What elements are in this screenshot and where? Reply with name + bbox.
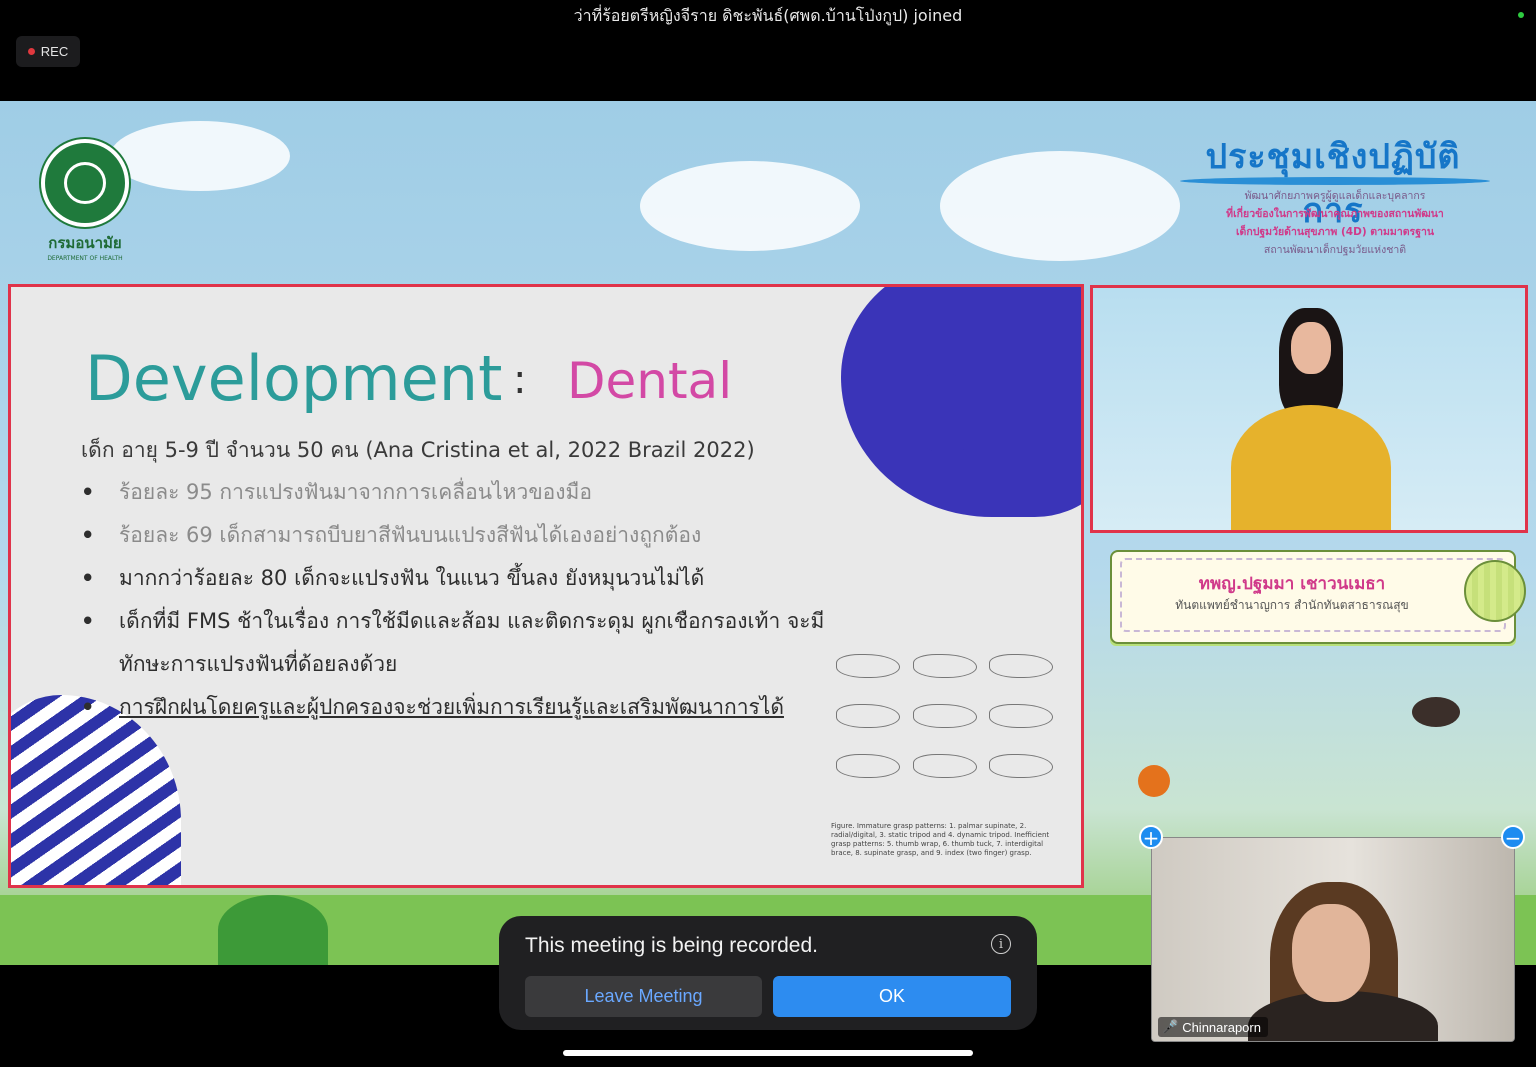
cloud-decoration — [940, 151, 1180, 261]
bullet-text: ร้อยละ 95 การแปรงฟันมาจากการเคลื่อนไหวขอ… — [119, 480, 592, 504]
slide-title-colon: : — [513, 357, 527, 403]
hand-grasp-image — [836, 704, 900, 728]
workshop-subtitle: พัฒนาศักยภาพครูผู้ดูแลเด็กและบุคลากร ที่… — [1178, 187, 1492, 259]
recording-message: This meeting is being recorded. — [525, 934, 818, 957]
name-card-badge — [1464, 560, 1526, 622]
connection-indicator — [1518, 12, 1524, 18]
record-dot-icon — [27, 48, 35, 55]
figure-caption: Figure. Immature grasp patterns: 1. palm… — [831, 822, 1050, 857]
hand-grasp-image — [913, 754, 977, 778]
speaker-figure — [1221, 300, 1401, 530]
logo-emblem-icon — [41, 139, 129, 227]
hand-grasp-image — [836, 754, 900, 778]
slide-subtitle: Dental — [567, 352, 733, 410]
bullet-icon: • — [81, 523, 95, 547]
cloud-decoration — [110, 121, 290, 191]
bullet-text: มากกว่าร้อยละ 80 เด็กจะแปรงฟัน ในแนว ขึ้… — [119, 566, 705, 590]
speaker-name-card: ทพญ.ปฐมมา เชาวนเมธา ทันตแพทย์ชำนาญการ สำ… — [1110, 550, 1516, 644]
ok-button[interactable]: OK — [773, 976, 1011, 1017]
presentation-slide: Development : Dental เด็ก อายุ 5-9 ปี จำ… — [8, 284, 1084, 888]
bird-decoration — [1412, 697, 1460, 727]
participant-joined-notice: ว่าที่ร้อยตรีหญิงจีราย ดิชะพันธ์(ศพด.บ้า… — [573, 6, 963, 25]
department-logo: กรมอนามัย DEPARTMENT OF HEALTH — [40, 139, 130, 262]
cloud-decoration — [640, 161, 860, 251]
logo-name-th: กรมอนามัย — [48, 234, 122, 252]
hand-grasp-image — [913, 704, 977, 728]
ball-decoration — [1138, 765, 1170, 797]
leave-meeting-button[interactable]: Leave Meeting — [525, 976, 762, 1017]
slide-bullet: • การฝึกฝนโดยครูและผู้ปกครองจะช่วยเพิ่มกา… — [81, 691, 784, 724]
workshop-subtitle-line: พัฒนาศักยภาพครูผู้ดูแลเด็กและบุคลากร — [1244, 190, 1426, 202]
bullet-text: ร้อยละ 69 เด็กสามารถบีบยาสีฟันบนแปรงสีฟั… — [119, 523, 702, 547]
grasp-patterns-figure — [831, 649, 1061, 809]
expand-tile-button[interactable]: + — [1139, 825, 1163, 849]
tree-decoration — [218, 895, 328, 965]
muted-mic-icon: 🎤 — [1162, 1019, 1179, 1034]
recording-consent-dialog: This meeting is being recorded. i Leave … — [499, 916, 1037, 1030]
participant-name-label: 🎤 Chinnaraporn — [1158, 1017, 1268, 1037]
slide-bullet: • มากกว่าร้อยละ 80 เด็กจะแปรงฟัน ในแนว ขึ… — [81, 562, 704, 595]
hand-grasp-image — [913, 654, 977, 678]
home-indicator[interactable] — [563, 1050, 973, 1056]
bullet-icon: • — [81, 480, 95, 504]
hand-grasp-image — [836, 654, 900, 678]
minimize-tile-button[interactable]: − — [1501, 825, 1525, 849]
bullet-icon: • — [81, 609, 95, 633]
slide-bullet: • ร้อยละ 69 เด็กสามารถบีบยาสีฟันบนแปรงสีฟ… — [81, 519, 701, 552]
slide-bullet: • เด็กที่มี FMS ช้าในเรื่อง การใช้มีดและส… — [81, 605, 824, 638]
slide-title: Development — [85, 342, 503, 415]
speaker-title: ทันตแพทย์ชำนาญการ สำนักทันตสาธารณสุข — [1175, 598, 1409, 612]
hand-grasp-image — [989, 654, 1053, 678]
speaker-name: ทพญ.ปฐมมา เชาวนเมธา — [1198, 574, 1386, 594]
rec-label: REC — [40, 44, 69, 59]
workshop-subtitle-line: สถานพัฒนาเด็กปฐมวัยแห่งชาติ — [1263, 244, 1407, 256]
bullet-text: การฝึกฝนโดยครูและผู้ปกครองจะช่วยเพิ่มการ… — [119, 695, 784, 719]
workshop-subtitle-line: เด็กปฐมวัยด้านสุขภาพ (4D) ตามมาตรฐาน — [1235, 226, 1435, 238]
participant-name: Chinnaraporn — [1182, 1019, 1261, 1035]
info-icon[interactable]: i — [991, 934, 1011, 954]
bullet-text: เด็กที่มี FMS ช้าในเรื่อง การใช้มีดและส้… — [119, 609, 825, 633]
shared-screen: กรมอนามัย DEPARTMENT OF HEALTH ประชุมเชิ… — [0, 101, 1536, 965]
logo-name-en: DEPARTMENT OF HEALTH — [47, 255, 123, 262]
bullet-icon: • — [81, 566, 95, 590]
workshop-subtitle-line: ที่เกี่ยวข้องในการพัฒนาคุณภาพของสถานพัฒน… — [1226, 208, 1444, 220]
slide-intro: เด็ก อายุ 5-9 ปี จำนวน 50 คน (Ana Cristi… — [81, 438, 755, 462]
bullet-icon: • — [81, 695, 95, 719]
title-underline — [1180, 177, 1490, 185]
hand-grasp-image — [989, 754, 1053, 778]
hand-grasp-image — [989, 704, 1053, 728]
participant-video-tile[interactable]: 🎤 Chinnaraporn — [1151, 837, 1515, 1042]
slide-bullet: • ร้อยละ 95 การแปรงฟันมาจากการเคลื่อนไหวข… — [81, 476, 592, 509]
recording-indicator[interactable]: REC — [16, 36, 80, 67]
speaker-video — [1090, 285, 1528, 533]
slide-bullet-continuation: ทักษะการแปรงฟันที่ด้อยลงด้วย — [119, 652, 398, 676]
